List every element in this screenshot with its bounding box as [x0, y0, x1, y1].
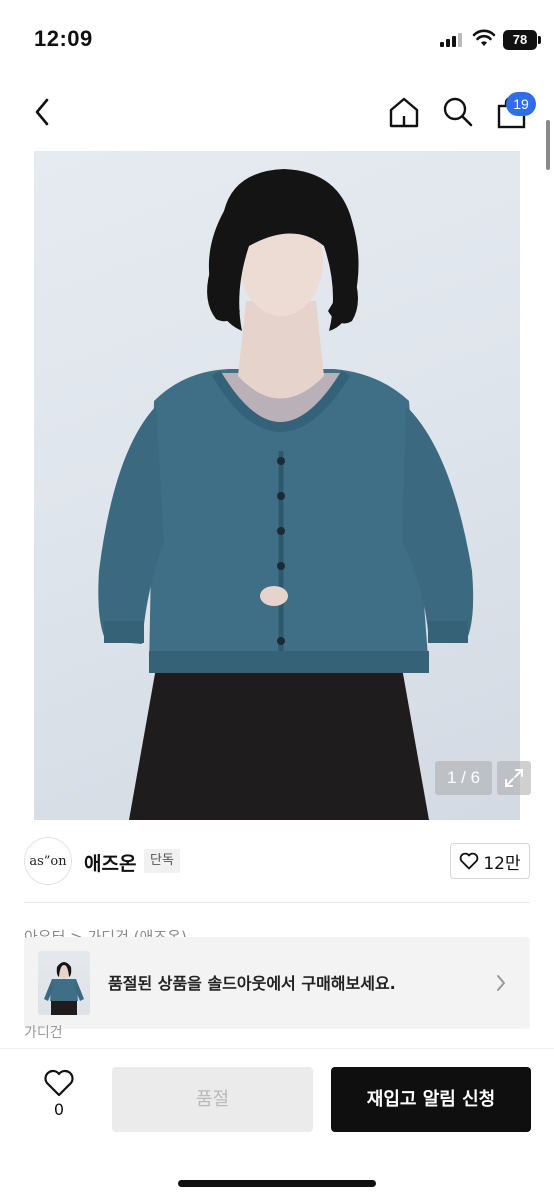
search-icon: [443, 97, 473, 127]
top-nav: [0, 80, 554, 146]
cart-count-badge: 19: [506, 92, 536, 116]
home-icon: [389, 97, 419, 128]
heart-icon: [44, 1069, 74, 1097]
brand-like-button[interactable]: 12만: [450, 843, 530, 879]
banner-message: 품절된 상품을 솔드아웃에서 구매해보세요.: [108, 974, 396, 993]
back-icon: [35, 98, 49, 126]
wishlist-count: 0: [53, 1100, 65, 1119]
status-time: 12:09: [34, 26, 93, 51]
home-button[interactable]: [386, 94, 422, 130]
cellular-signal-icon: [440, 33, 464, 47]
battery-tip: [538, 36, 541, 44]
search-button[interactable]: [440, 94, 476, 130]
soldout-button: 품절: [112, 1067, 313, 1132]
gallery-page-indicator: 1 / 6: [435, 761, 492, 795]
home-indicator[interactable]: [178, 1180, 376, 1187]
wifi-icon: [472, 29, 496, 46]
back-button[interactable]: [26, 94, 58, 130]
model-illustration: [98, 169, 474, 820]
status-bar: 12:09 78: [0, 0, 554, 80]
product-image[interactable]: [34, 151, 520, 820]
expand-icon: [505, 769, 523, 787]
scrollbar[interactable]: [546, 120, 550, 170]
heart-icon: [460, 852, 479, 870]
brand-name[interactable]: 애즈온: [84, 849, 136, 876]
soldout-promo-banner[interactable]: 품절된 상품을 솔드아웃에서 구매해보세요.: [24, 937, 530, 1029]
exclusive-tag: 단독: [144, 849, 180, 873]
restock-alert-button[interactable]: 재입고 알림 신청: [331, 1067, 531, 1132]
banner-product-thumbnail: [38, 951, 90, 1015]
wishlist-button[interactable]: 0: [36, 1068, 82, 1128]
chevron-right-icon: [497, 975, 505, 991]
divider: [24, 902, 530, 903]
battery-icon: 78: [503, 30, 537, 50]
brand-logo[interactable]: as”on: [24, 837, 72, 885]
brand-like-count: 12만: [483, 853, 521, 874]
product-name-partial: 가디건: [24, 1025, 63, 1041]
expand-image-button[interactable]: [497, 761, 531, 795]
